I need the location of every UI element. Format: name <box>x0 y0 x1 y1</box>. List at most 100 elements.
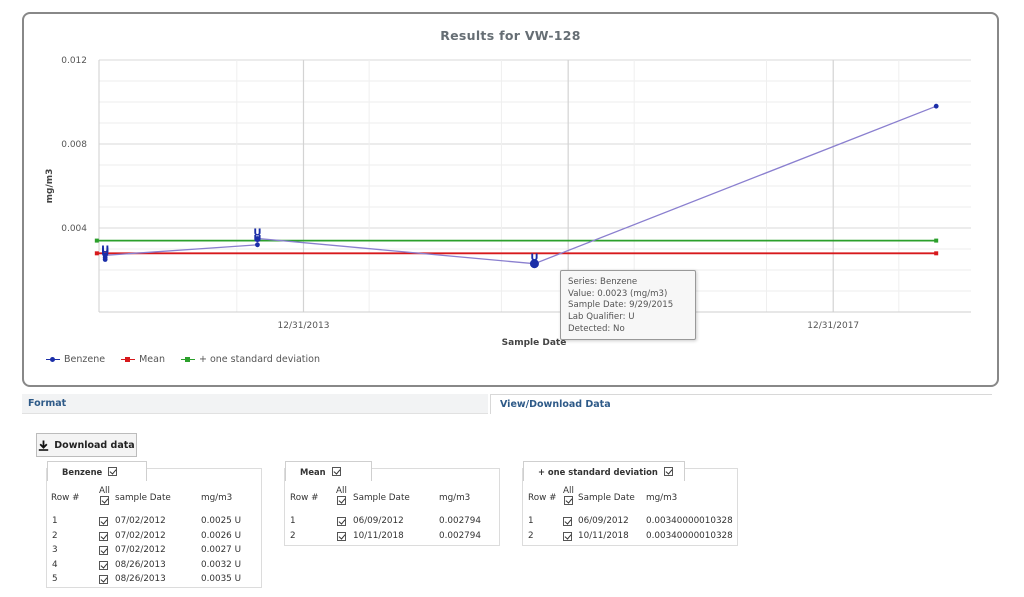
stddev-series-icon <box>180 356 195 364</box>
row-date: 07/02/2012 <box>115 530 166 541</box>
col-header-value: mg/m3 <box>439 493 471 503</box>
col-header-row: Row # <box>528 493 557 503</box>
mean-series-checkbox[interactable] <box>331 467 341 476</box>
row-value: 0.002794 <box>439 530 481 541</box>
download-data-label: Download data <box>54 439 135 451</box>
col-header-all-label: All <box>563 486 574 496</box>
legend-item-benzene[interactable]: Benzene <box>46 354 105 365</box>
stddev-point <box>934 238 939 243</box>
row-value: 0.0026 U <box>201 530 242 541</box>
row-date: 08/26/2013 <box>115 559 166 570</box>
x-axis-title: Sample Date <box>502 338 567 348</box>
row-checkbox[interactable] <box>99 560 108 570</box>
row-number: 2 <box>290 530 296 541</box>
x-tick-label: 12/31/2013 <box>278 321 330 331</box>
tooltip-series: Series: Benzene <box>568 277 638 287</box>
tooltip-date: Sample Date: 9/29/2015 <box>568 300 674 311</box>
tooltip-value: Value: 0.0023 (mg/m3) <box>568 288 668 299</box>
select-all-checkbox[interactable] <box>563 496 573 505</box>
row-number: 4 <box>52 559 58 570</box>
benzene-table-tab[interactable]: Benzene <box>47 461 147 481</box>
benzene-point <box>933 103 939 109</box>
col-header-all: All <box>336 486 347 505</box>
row-checkbox[interactable] <box>337 531 346 541</box>
benzene-table-title: Benzene <box>62 466 103 477</box>
tab-bar: Format View/Download Data <box>22 394 992 414</box>
legend-label-stddev: + one standard deviation <box>198 354 320 365</box>
row-date: 07/02/2012 <box>115 545 166 555</box>
chart-tooltip: Series: Benzene Value: 0.0023 (mg/m3) Sa… <box>560 270 696 340</box>
select-all-checkbox[interactable] <box>336 496 346 505</box>
col-header-date: Sample Date <box>578 493 635 503</box>
col-header-all-label: All <box>99 486 110 496</box>
row-value: 0.0032 U <box>201 559 242 570</box>
legend-label-mean: Mean <box>139 354 165 365</box>
chart-panel: Results for VW-128 0.012 0.008 0.004 12/31/… <box>22 12 999 387</box>
col-header-row: Row # <box>51 493 80 503</box>
row-date: 10/11/2018 <box>353 530 404 541</box>
mean-point <box>94 251 99 256</box>
tooltip-detected: Detected: No <box>568 323 625 334</box>
row-date: 10/11/2018 <box>578 530 629 541</box>
row-value: 0.0025 U <box>201 516 242 526</box>
x-tick-label: 12/31/2017 <box>807 321 859 331</box>
stddev-series-checkbox[interactable] <box>663 467 673 476</box>
y-tick-label: 0.012 <box>61 56 87 66</box>
row-checkbox[interactable] <box>99 546 108 555</box>
results-chart[interactable]: 0.012 0.008 0.004 12/31/2013 12/31/2017 mg/m3… <box>24 14 997 385</box>
col-header-value: mg/m3 <box>201 493 233 503</box>
row-checkbox[interactable] <box>563 531 572 541</box>
row-checkbox[interactable] <box>563 517 572 526</box>
row-value: 0.0027 U <box>201 545 242 555</box>
stddev-point <box>94 238 99 243</box>
col-header-all-label: All <box>336 486 347 496</box>
tab-format[interactable]: Format <box>22 394 488 414</box>
row-value: 0.00340000010328 <box>646 516 733 526</box>
y-tick-label: 0.008 <box>61 140 87 150</box>
row-checkbox[interactable] <box>99 575 108 584</box>
col-header-value: mg/m3 <box>646 493 678 503</box>
y-axis-title: mg/m3 <box>45 169 55 204</box>
legend-item-stddev[interactable]: + one standard deviation <box>180 354 320 365</box>
mean-table-tab[interactable]: Mean <box>285 461 372 481</box>
row-value: 0.0035 U <box>201 574 242 584</box>
benzene-series-checkbox[interactable] <box>108 467 118 476</box>
col-header-all: All <box>99 486 110 505</box>
row-checkbox[interactable] <box>99 517 108 526</box>
y-tick-label: 0.004 <box>61 224 87 234</box>
col-header-date: Sample Date <box>353 493 410 503</box>
row-date: 06/09/2012 <box>353 516 404 526</box>
stddev-table-title: + one standard deviation <box>538 466 658 477</box>
legend-item-mean[interactable]: Mean <box>121 354 165 365</box>
benzene-qualifier-label: U <box>253 228 261 239</box>
row-number: 3 <box>52 545 58 555</box>
mean-table-card: Mean Row # All Sample Date mg/m3 1 06/09/… <box>284 461 500 546</box>
stddev-table-card: + one standard deviation Row # All Sampl… <box>522 461 738 546</box>
row-number: 2 <box>52 530 58 541</box>
row-value: 0.002794 <box>439 516 481 526</box>
row-number: 1 <box>52 516 58 526</box>
row-number: 5 <box>52 574 58 584</box>
row-date: 08/26/2013 <box>115 574 166 584</box>
row-value: 0.00340000010328 <box>646 530 733 541</box>
mean-table-title: Mean <box>300 466 326 477</box>
stddev-table-tab[interactable]: + one standard deviation <box>523 461 685 481</box>
mean-series-icon <box>121 356 136 364</box>
row-checkbox[interactable] <box>337 517 346 526</box>
row-number: 1 <box>528 516 534 526</box>
tab-view-download-data[interactable]: View/Download Data <box>490 394 992 414</box>
tooltip-qualifier: Lab Qualifier: U <box>568 312 635 323</box>
download-data-button[interactable]: Download data <box>36 433 137 457</box>
select-all-checkbox[interactable] <box>99 496 109 505</box>
row-number: 2 <box>528 530 534 541</box>
chart-legend: Benzene Mean + one standard deviation <box>46 354 320 365</box>
row-number: 1 <box>290 516 296 526</box>
benzene-table-card: Benzene Row # All sample Date mg/m3 1 07/… <box>46 461 262 588</box>
download-icon <box>39 440 49 451</box>
row-checkbox[interactable] <box>99 531 108 541</box>
benzene-qualifier-label: U <box>101 244 109 255</box>
mean-point <box>934 251 939 256</box>
row-date: 07/02/2012 <box>115 516 166 526</box>
col-header-all: All <box>563 486 574 505</box>
legend-label-benzene: Benzene <box>64 354 106 365</box>
